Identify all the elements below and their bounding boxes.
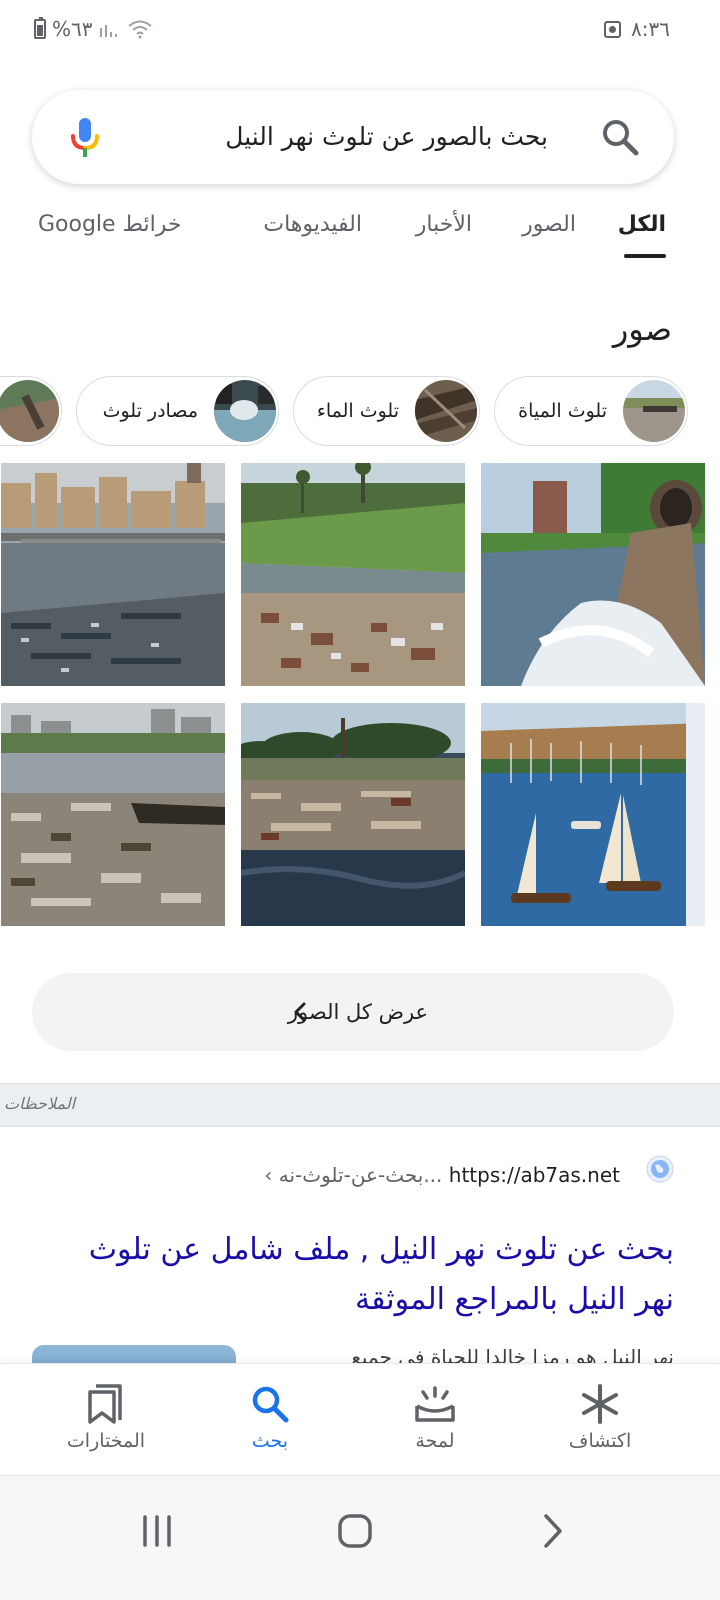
image-results-grid <box>0 463 720 927</box>
suggestion-chips: تلوث المياة تلوث الماء مصادر تلوث <box>0 376 720 446</box>
chip-thumbnail <box>0 380 59 442</box>
search-tabs: الكل الصور الأخبار الفيديوهات خرائط Goog… <box>0 200 720 262</box>
signal-icon <box>99 25 117 37</box>
nav-bookmarks[interactable]: المختارات <box>36 1364 176 1476</box>
notes-bar: الملاحظات <box>0 1083 720 1127</box>
chip-water-pollution[interactable]: تلوث المياة <box>494 376 688 446</box>
tab-all[interactable]: الكل <box>618 212 666 237</box>
image-result[interactable] <box>481 463 705 686</box>
tab-news[interactable]: الأخبار <box>416 212 472 237</box>
search-icon <box>252 1386 289 1423</box>
chip-more[interactable] <box>0 376 62 446</box>
tab-images[interactable]: الصور <box>522 212 576 237</box>
image-result[interactable] <box>1 463 225 686</box>
result-url-path: ‹ بحث-عن-تلوث-نه... <box>264 1163 443 1187</box>
chip-thumbnail <box>623 380 685 442</box>
wifi-icon <box>127 20 152 39</box>
nav-snapshot[interactable]: لمحة <box>365 1364 505 1476</box>
result-title-link[interactable]: بحث عن تلوث نهر النيل , ملف شامل عن تلوث… <box>44 1225 674 1325</box>
snapshot-icon <box>415 1386 455 1422</box>
nav-discover[interactable]: اكتشاف <box>530 1364 670 1476</box>
status-bar: %٦٣ ٨:٣٦ <box>0 0 720 58</box>
status-left: %٦٣ <box>34 16 153 42</box>
globe-icon <box>646 1155 674 1183</box>
nav-label: لمحة <box>415 1430 455 1452</box>
bottom-navigation: اكتشاف لمحة بحث المختارات <box>0 1363 720 1475</box>
tab-maps[interactable]: خرائط Google <box>38 212 181 237</box>
system-navigation-bar <box>0 1475 720 1600</box>
microphone-icon[interactable] <box>68 116 102 160</box>
search-result: ‹ بحث-عن-تلوث-نه... https://ab7as.net بح… <box>0 1127 720 1367</box>
result-url[interactable]: ‹ بحث-عن-تلوث-نه... https://ab7as.net <box>264 1163 620 1187</box>
search-icon[interactable] <box>600 117 640 157</box>
bookmarks-icon <box>88 1384 122 1424</box>
view-all-images-button[interactable]: عرض كل الصور <box>32 973 674 1051</box>
recent-apps-icon[interactable] <box>132 1506 182 1556</box>
image-result[interactable] <box>1 703 225 926</box>
back-icon[interactable] <box>528 1506 578 1556</box>
chevron-left-icon <box>294 1002 306 1022</box>
nav-label: المختارات <box>66 1430 146 1452</box>
clock: ٨:٣٦ <box>631 17 670 41</box>
result-url-domain: https://ab7as.net <box>448 1163 620 1187</box>
image-result[interactable] <box>241 463 465 686</box>
search-input[interactable]: بحث بالصور عن تلوث نهر النيل <box>225 90 548 184</box>
active-tab-indicator <box>624 254 666 258</box>
chip-label: مصادر تلوث <box>102 400 198 422</box>
notes-label[interactable]: الملاحظات <box>4 1094 75 1113</box>
chip-thumbnail <box>214 380 276 442</box>
home-icon[interactable] <box>330 1506 380 1556</box>
nav-label: اكتشاف <box>568 1430 632 1452</box>
image-result[interactable] <box>241 703 465 926</box>
status-right: ٨:٣٦ <box>604 16 670 42</box>
chip-pollution-sources[interactable]: مصادر تلوث <box>76 376 279 446</box>
battery-icon <box>34 17 46 39</box>
screen-record-icon <box>604 20 622 38</box>
image-result[interactable] <box>481 703 705 926</box>
chip-label: تلوث الماء <box>316 400 399 422</box>
view-all-label: عرض كل الصور <box>287 1000 429 1024</box>
nav-search[interactable]: بحث <box>200 1364 340 1476</box>
chip-water-contamination[interactable]: تلوث الماء <box>293 376 480 446</box>
chip-thumbnail <box>415 380 477 442</box>
battery-percent: %٦٣ <box>52 17 93 41</box>
search-box[interactable]: بحث بالصور عن تلوث نهر النيل <box>32 90 674 184</box>
chip-label: تلوث المياة <box>518 400 607 422</box>
asterisk-icon <box>582 1384 618 1424</box>
nav-label: بحث <box>251 1430 289 1452</box>
tab-videos[interactable]: الفيديوهات <box>263 212 362 237</box>
images-section-title: صور <box>612 310 672 348</box>
